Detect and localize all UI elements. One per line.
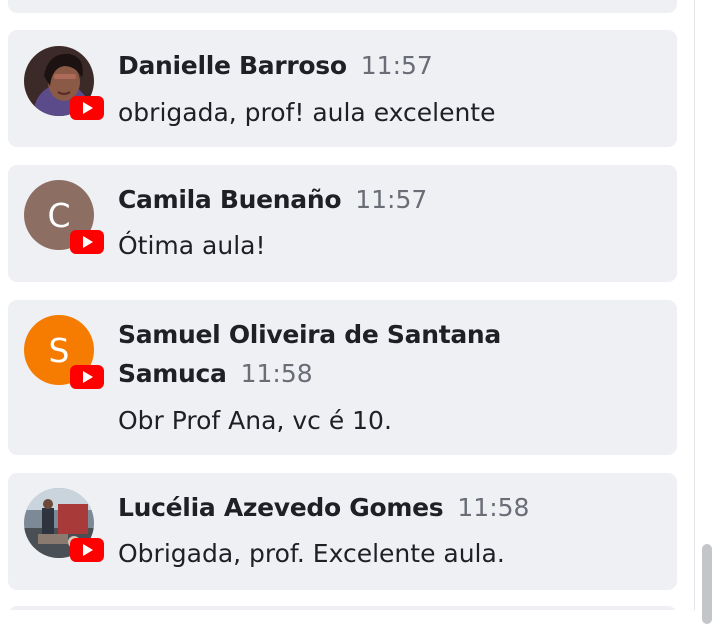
author-line: Samuel Oliveira de Santana: [118, 317, 657, 353]
avatar-letter: C: [47, 195, 71, 235]
youtube-icon: [70, 365, 104, 389]
chat-message: Danielle Barroso 11:57 obrigada, prof! au…: [8, 30, 677, 147]
chat-message: Lucélia Azevedo Gomes 11:58 Obrigada, pro…: [8, 473, 677, 590]
message-timestamp: 11:57: [360, 51, 433, 80]
chat-message-partial: [8, 606, 677, 610]
author-name: Samuel Oliveira de Santana: [118, 320, 501, 349]
youtube-icon: [70, 230, 104, 254]
chat-message: C Camila Buenaño 11:57 Ótima aula!: [8, 165, 677, 282]
message-timestamp: 11:57: [355, 185, 428, 214]
author-name-continued: Samuca: [118, 359, 227, 388]
author-name: Camila Buenaño: [118, 185, 342, 214]
youtube-icon: [70, 96, 104, 120]
message-text: Obr Prof Ana, vc é 10.: [118, 406, 392, 435]
author-line: Lucélia Azevedo Gomes 11:58: [118, 490, 657, 526]
avatar[interactable]: [24, 46, 104, 120]
avatar-letter: S: [48, 330, 70, 370]
live-chat-list[interactable]: Danielle Barroso 11:57 obrigada, prof! au…: [0, 0, 694, 610]
youtube-icon: [70, 538, 104, 562]
author-line: Camila Buenaño 11:57: [118, 182, 657, 218]
message-text: obrigada, prof! aula excelente: [118, 98, 496, 127]
message-timestamp: 11:58: [240, 359, 313, 388]
message-text: Obrigada, prof. Excelente aula.: [118, 539, 505, 568]
author-line-continued: Samuca 11:58: [118, 356, 657, 392]
chat-message: S Samuel Oliveira de Santana Samuca 11:58…: [8, 300, 677, 455]
author-line: Danielle Barroso 11:57: [118, 48, 657, 84]
avatar[interactable]: S: [24, 315, 104, 389]
scrollbar-track[interactable]: [694, 0, 714, 624]
message-timestamp: 11:58: [457, 493, 530, 522]
author-name: Danielle Barroso: [118, 51, 347, 80]
message-text: Ótima aula!: [118, 231, 266, 260]
avatar[interactable]: C: [24, 180, 104, 254]
avatar[interactable]: [24, 488, 104, 562]
scrollbar-thumb[interactable]: [702, 544, 712, 624]
chat-message-partial: [8, 0, 677, 13]
author-name: Lucélia Azevedo Gomes: [118, 493, 444, 522]
